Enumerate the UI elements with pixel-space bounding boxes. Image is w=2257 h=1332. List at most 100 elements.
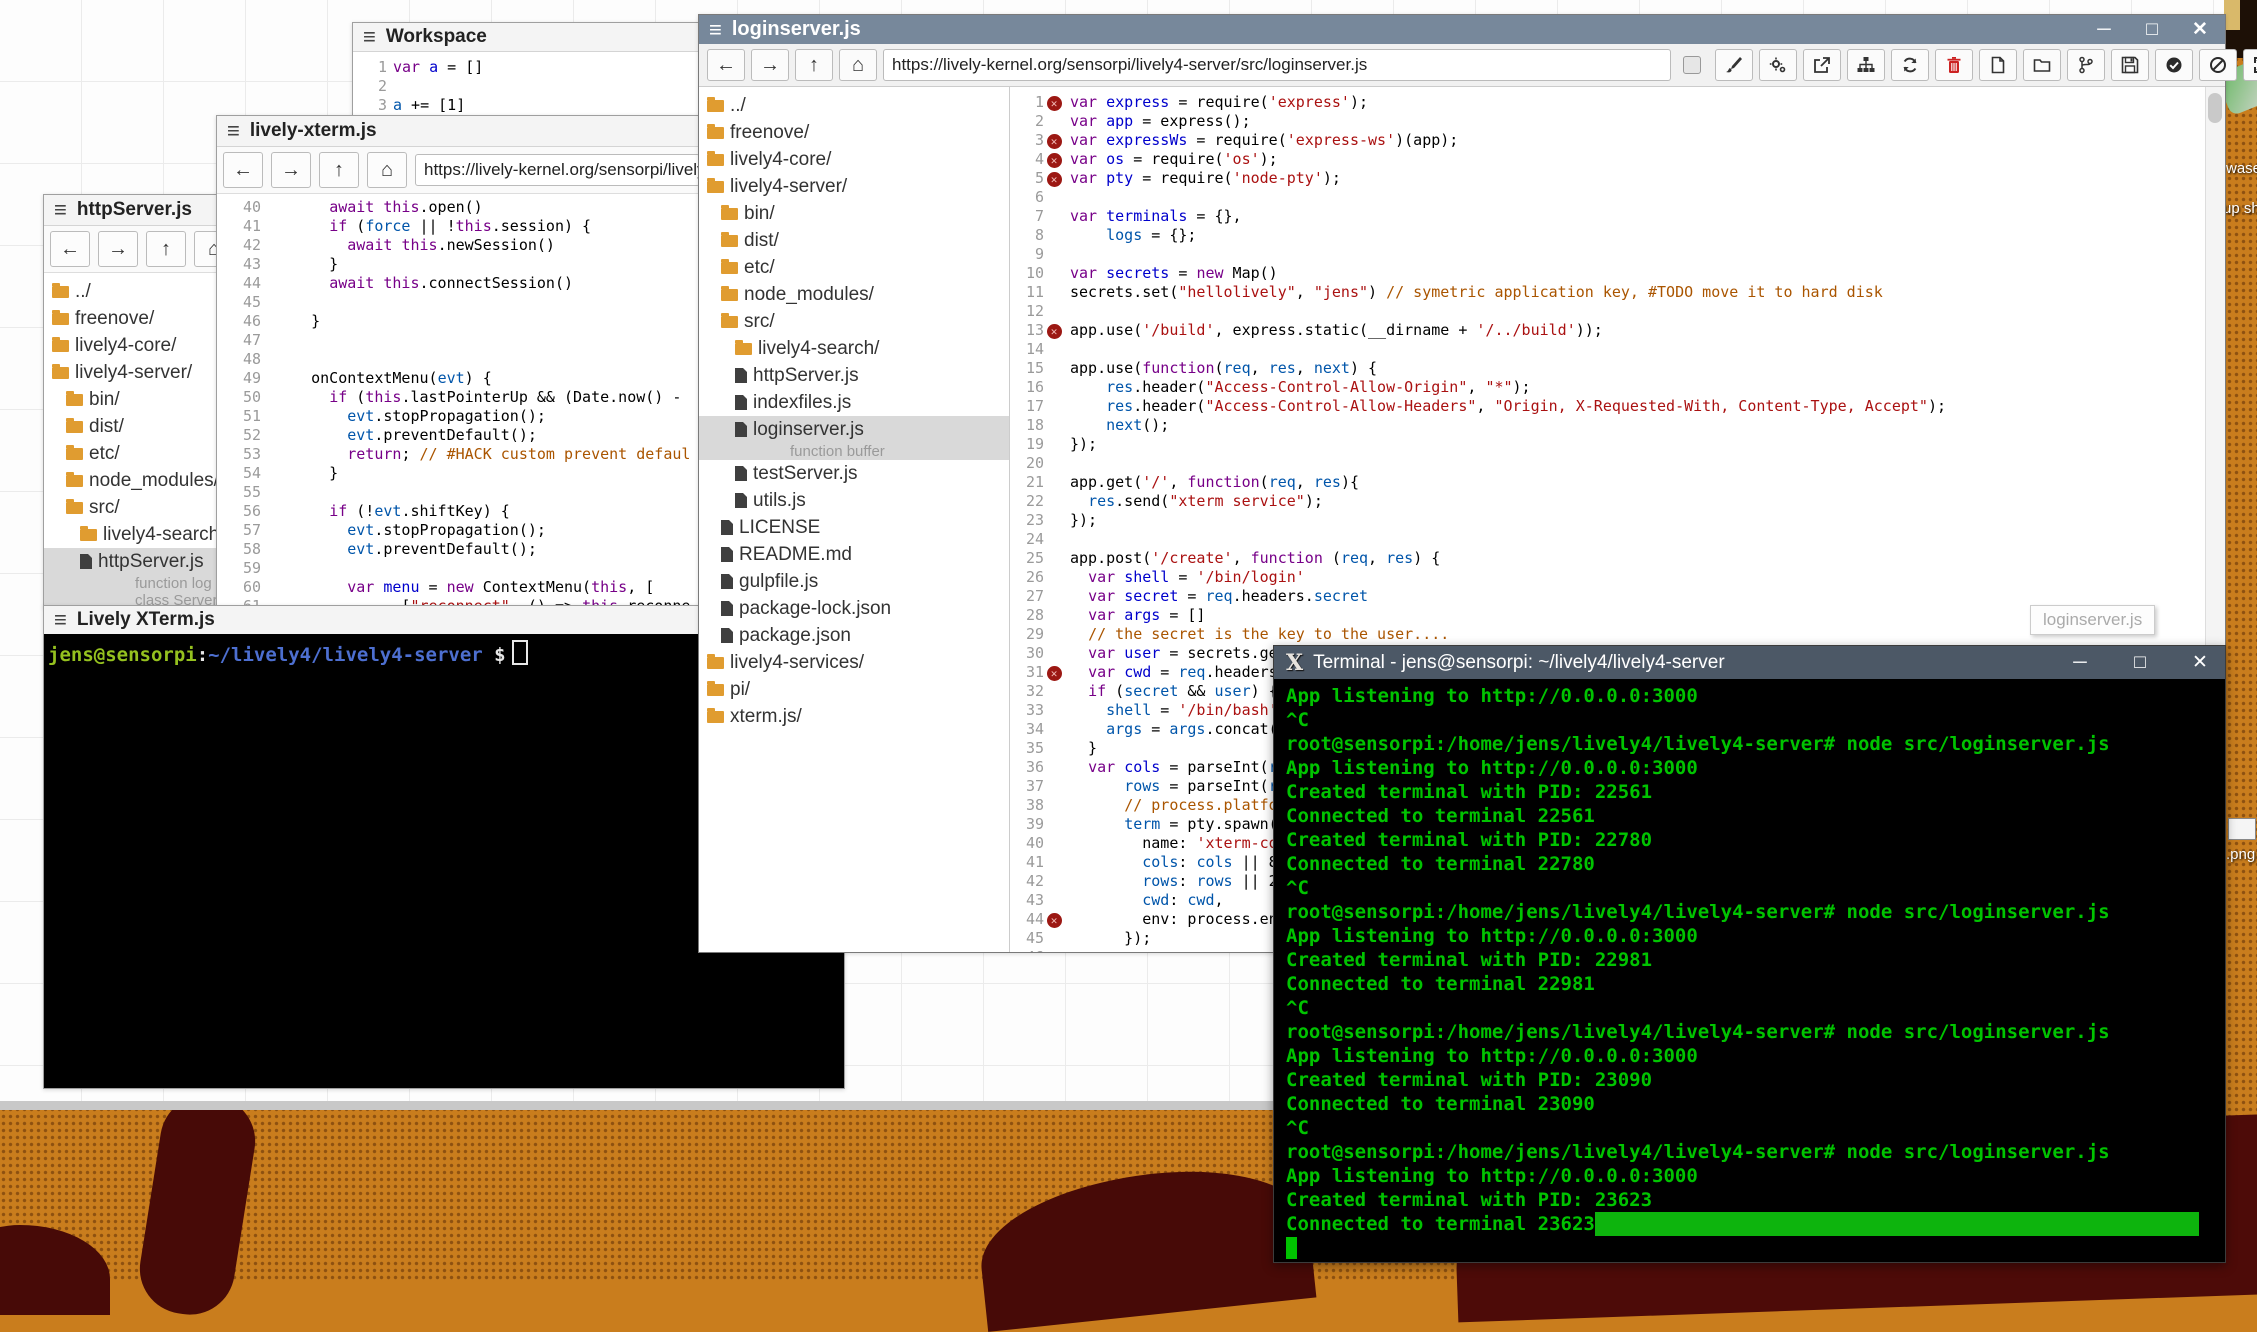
- minimize-button[interactable]: ─: [2069, 652, 2091, 674]
- code-line[interactable]: 20: [1010, 454, 2205, 473]
- code-line[interactable]: 43 }: [217, 255, 706, 274]
- code-line[interactable]: 25app.post('/create', function (req, res…: [1010, 549, 2205, 568]
- scrollbar-thumb[interactable]: [2208, 93, 2222, 123]
- tree-item-package-lock.json[interactable]: package-lock.json: [699, 595, 1009, 622]
- menu-icon[interactable]: ≡: [44, 197, 77, 223]
- tree-item-node_modules[interactable]: node_modules/: [699, 281, 1009, 308]
- code-line[interactable]: 42 await this.newSession(): [217, 236, 706, 255]
- code-line[interactable]: 48: [217, 350, 706, 369]
- code-line[interactable]: 46 }: [217, 312, 706, 331]
- code-line[interactable]: 6: [1010, 188, 2205, 207]
- tree-item-pi[interactable]: pi/: [699, 676, 1009, 703]
- code-line[interactable]: 22 res.send("xterm service");: [1010, 492, 2205, 511]
- code-line[interactable]: 47: [217, 331, 706, 350]
- code-line[interactable]: 18 next();: [1010, 416, 2205, 435]
- code-line[interactable]: 26 var shell = '/bin/login': [1010, 568, 2205, 587]
- code-line[interactable]: 4✕var os = require('os');: [1010, 150, 2205, 169]
- back-button[interactable]: ←: [707, 49, 745, 81]
- tree-item-src[interactable]: src/: [699, 308, 1009, 335]
- code-line[interactable]: 27 var secret = req.headers.secret: [1010, 587, 2205, 606]
- cancel-icon[interactable]: [2199, 49, 2237, 81]
- code-line[interactable]: 49 onContextMenu(evt) {: [217, 369, 706, 388]
- desktop-icon-screenshot[interactable]: [2228, 818, 2256, 840]
- tree-item-bin[interactable]: bin/: [699, 200, 1009, 227]
- tree-item-xterm.js[interactable]: xterm.js/: [699, 703, 1009, 730]
- code-line[interactable]: 10var secrets = new Map(): [1010, 264, 2205, 283]
- close-button[interactable]: ✕: [2189, 651, 2211, 674]
- code-line[interactable]: 60 var menu = new ContextMenu(this, [: [217, 578, 706, 597]
- code-line[interactable]: 51 evt.stopPropagation();: [217, 407, 706, 426]
- code-line[interactable]: 14: [1010, 340, 2205, 359]
- back-button[interactable]: ←: [223, 152, 263, 188]
- tree-item-lively4-server[interactable]: lively4-server/: [699, 173, 1009, 200]
- code-line[interactable]: 11secrets.set("hellolively", "jens") // …: [1010, 283, 2205, 302]
- code-line[interactable]: 29 // the secret is the key to the user.…: [1010, 625, 2205, 644]
- code-line[interactable]: 45: [217, 293, 706, 312]
- workspace-code-editor[interactable]: 1var a = []23a += [1]: [353, 52, 705, 115]
- code-line[interactable]: 7var terminals = {},: [1010, 207, 2205, 226]
- xtermjs-titlebar[interactable]: ≡ lively-xterm.js: [217, 116, 706, 147]
- maximize-button[interactable]: □: [2141, 19, 2163, 41]
- code-line[interactable]: 19});: [1010, 435, 2205, 454]
- terminal-output[interactable]: App listening to http://0.0.0.0:3000^Cro…: [1274, 679, 2225, 1262]
- tree-item-testserver.js[interactable]: testServer.js: [699, 460, 1009, 487]
- tree-item-etc[interactable]: etc/: [699, 254, 1009, 281]
- home-button[interactable]: ⌂: [367, 152, 407, 188]
- close-button[interactable]: ✕: [2189, 18, 2211, 41]
- tree-item-..[interactable]: ../: [699, 92, 1009, 119]
- code-line[interactable]: 1var a = []: [353, 58, 705, 77]
- tree-item-freenove[interactable]: freenove/: [699, 119, 1009, 146]
- code-line[interactable]: 58 evt.preventDefault();: [217, 540, 706, 559]
- tree-item-readme.md[interactable]: README.md: [699, 541, 1009, 568]
- desktop-icon-label[interactable]: wasea: [2226, 160, 2257, 177]
- code-line[interactable]: 40 await this.open(): [217, 198, 706, 217]
- code-line[interactable]: 3a += [1]: [353, 96, 705, 115]
- tree-item-loginserver.js[interactable]: loginserver.js: [699, 416, 1009, 443]
- code-line[interactable]: 23});: [1010, 511, 2205, 530]
- code-line[interactable]: 55: [217, 483, 706, 502]
- menu-icon[interactable]: ≡: [217, 118, 250, 144]
- home-button[interactable]: ⌂: [839, 49, 877, 81]
- tree-item-lively4-search[interactable]: lively4-search/: [699, 335, 1009, 362]
- code-line[interactable]: 50 if (this.lastPointerUp && (Date.now()…: [217, 388, 706, 407]
- up-button[interactable]: ↑: [795, 49, 833, 81]
- tree-item-httpserver.js[interactable]: httpServer.js: [699, 362, 1009, 389]
- tree-item-gulpfile.js[interactable]: gulpfile.js: [699, 568, 1009, 595]
- code-line[interactable]: 41 if (force || !this.session) {: [217, 217, 706, 236]
- trash-icon[interactable]: [1935, 49, 1973, 81]
- folder-icon[interactable]: [2023, 49, 2061, 81]
- xtermjs-code-editor[interactable]: 40 await this.open()41 if (force || !thi…: [217, 194, 706, 635]
- url-field[interactable]: https://lively-kernel.org/sensorpi/livel…: [883, 49, 1671, 81]
- back-button[interactable]: ←: [50, 231, 90, 267]
- new-file-icon[interactable]: [1979, 49, 2017, 81]
- code-line[interactable]: 1✕var express = require('express');: [1010, 93, 2205, 112]
- checkbox[interactable]: [1683, 56, 1701, 74]
- tree-item-lively4-services[interactable]: lively4-services/: [699, 649, 1009, 676]
- code-line[interactable]: 17 res.header("Access-Control-Allow-Head…: [1010, 397, 2205, 416]
- code-line[interactable]: 5✕var pty = require('node-pty');: [1010, 169, 2205, 188]
- gears-icon[interactable]: [1759, 49, 1797, 81]
- open-external-icon[interactable]: [1803, 49, 1841, 81]
- menu-icon[interactable]: ≡: [699, 17, 732, 43]
- tree-item-indexfiles.js[interactable]: indexfiles.js: [699, 389, 1009, 416]
- sync-icon[interactable]: [1891, 49, 1929, 81]
- code-line[interactable]: 56 if (!evt.shiftKey) {: [217, 502, 706, 521]
- code-line[interactable]: 28 var args = []: [1010, 606, 2205, 625]
- brush-icon[interactable]: [1715, 49, 1753, 81]
- code-line[interactable]: 57 evt.stopPropagation();: [217, 521, 706, 540]
- code-line[interactable]: 21app.get('/', function(req, res){: [1010, 473, 2205, 492]
- loginserver-titlebar[interactable]: ≡ loginserver.js ─ □ ✕: [699, 15, 2225, 44]
- save-icon[interactable]: [2111, 49, 2149, 81]
- forward-button[interactable]: →: [98, 231, 138, 267]
- accept-icon[interactable]: [2155, 49, 2193, 81]
- code-line[interactable]: 12: [1010, 302, 2205, 321]
- desktop-icon-label[interactable]: up shar: [2223, 200, 2257, 217]
- up-button[interactable]: ↑: [319, 152, 359, 188]
- code-line[interactable]: 15app.use(function(req, res, next) {: [1010, 359, 2205, 378]
- expand-icon[interactable]: [2243, 49, 2257, 81]
- terminal-titlebar[interactable]: X Terminal - jens@sensorpi: ~/lively4/li…: [1274, 646, 2225, 679]
- code-line[interactable]: 2: [353, 77, 705, 96]
- code-line[interactable]: 59: [217, 559, 706, 578]
- code-line[interactable]: 24: [1010, 530, 2205, 549]
- sitemap-icon[interactable]: [1847, 49, 1885, 81]
